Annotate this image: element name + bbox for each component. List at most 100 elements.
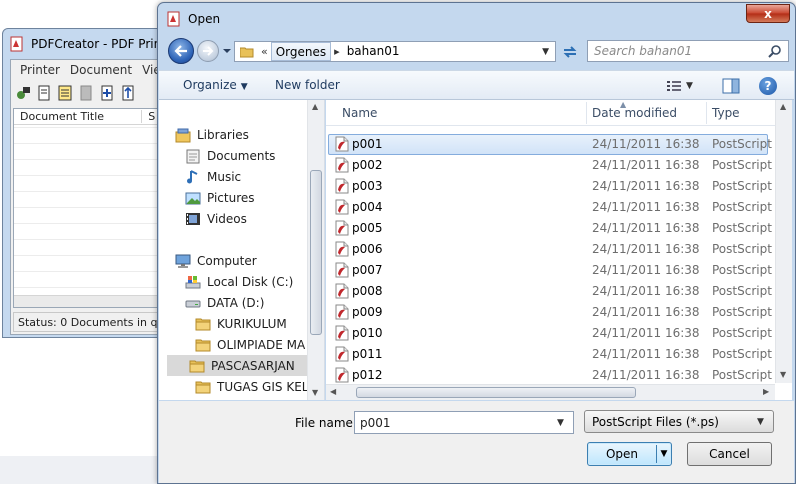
change-view-button[interactable]: ▼ (667, 79, 703, 93)
nav-item-pascasarjan[interactable]: PASCASARJAN (167, 355, 307, 376)
pdfcreator-window[interactable]: PDFCreator - PDF Print Printer Document … (2, 28, 172, 338)
file-type-chevron-icon: ▼ (757, 416, 764, 427)
menu-printer[interactable]: Printer (20, 63, 60, 77)
cancel-button[interactable]: Cancel (687, 442, 772, 466)
pdfcreator-toolbar (11, 81, 171, 105)
close-button[interactable]: x (746, 4, 790, 23)
file-name-dropdown-icon[interactable]: ▼ (557, 418, 573, 428)
help-button[interactable]: ? (759, 77, 777, 95)
file-row[interactable]: p009 24/11/2011 16:38 PostScript (326, 302, 792, 323)
file-scroll-left-icon[interactable]: ◀ (330, 387, 336, 396)
menu-document[interactable]: Document (70, 63, 132, 77)
blank-page-icon[interactable] (78, 85, 94, 101)
file-list[interactable]: ▲ Name Date modified Type p001 24/11/2011… (326, 100, 792, 400)
file-name-label: File name: (295, 416, 357, 430)
file-scroll-up-icon[interactable]: ▲ (780, 102, 786, 111)
breadcrumb-bahan01[interactable]: bahan01 (343, 42, 404, 61)
nav-scroll-down-icon[interactable]: ▼ (312, 388, 318, 397)
open-dialog[interactable]: Open x « Orgenes ▸ bahan01 ▼ Search baha… (157, 2, 796, 484)
file-type: PostScript (712, 137, 772, 151)
file-row[interactable]: p002 24/11/2011 16:38 PostScript (326, 155, 792, 176)
nav-item-olimpiade-ma[interactable]: OLIMPIADE MA (195, 334, 305, 355)
file-type: PostScript (712, 242, 772, 256)
back-button[interactable] (168, 38, 194, 64)
file-type: PostScript (712, 305, 772, 319)
move-page-icon[interactable] (120, 85, 136, 101)
documents-icon (185, 148, 201, 164)
navigation-pane[interactable]: Libraries Documents Music Pictures Videos Com… (159, 100, 325, 400)
file-list-vscroll[interactable]: ▲ ▼ (775, 100, 792, 383)
nav-item-label: PASCASARJAN (211, 358, 295, 373)
file-type-select[interactable]: PostScript Files (*.ps) ▼ (584, 410, 774, 433)
address-overflow[interactable]: « (258, 45, 271, 58)
nav-item-data-d[interactable]: DATA (D:) (185, 292, 264, 313)
desktop-background (0, 456, 160, 484)
column-name[interactable]: Name (342, 106, 377, 120)
document-page-icon[interactable] (36, 85, 52, 101)
document-lines-icon[interactable] (57, 85, 73, 101)
file-row[interactable]: p008 24/11/2011 16:38 PostScript (326, 281, 792, 302)
pdfcreator-document-list[interactable]: Document Title S (13, 108, 171, 308)
refresh-button[interactable] (558, 41, 582, 62)
nav-item-music[interactable]: Music (185, 166, 241, 187)
column-document-title[interactable]: Document Title (14, 110, 143, 123)
file-scroll-down-icon[interactable]: ▼ (780, 370, 786, 379)
file-list-hscroll-thumb[interactable] (356, 387, 636, 398)
address-dropdown-icon[interactable]: ▼ (542, 47, 549, 57)
preview-pane-icon[interactable] (722, 78, 740, 94)
column-date-modified[interactable]: Date modified (592, 106, 677, 120)
address-bar[interactable]: « Orgenes ▸ bahan01 ▼ (234, 41, 556, 62)
navigation-scroll-thumb[interactable] (310, 170, 322, 335)
nav-item-tugas-gis-kel[interactable]: TUGAS GIS KEL (195, 376, 308, 397)
file-row[interactable]: p004 24/11/2011 16:38 PostScript (326, 197, 792, 218)
file-row[interactable]: p011 24/11/2011 16:38 PostScript (326, 344, 792, 365)
file-row[interactable]: p012 24/11/2011 16:38 PostScript (326, 365, 792, 386)
search-input[interactable]: Search bahan01 (588, 44, 768, 58)
nav-item-computer[interactable]: Computer (175, 250, 257, 271)
new-folder-button[interactable]: New folder (275, 78, 340, 92)
file-date: 24/11/2011 16:38 (592, 284, 700, 298)
recent-locations-chevron-icon[interactable] (222, 46, 232, 56)
nav-item-documents[interactable]: Documents (185, 145, 275, 166)
column-type[interactable]: Type (712, 106, 740, 120)
file-date: 24/11/2011 16:38 (592, 326, 700, 340)
file-name: p011 (352, 347, 383, 361)
nav-item-label: Computer (197, 253, 257, 268)
nav-item-videos[interactable]: Videos (185, 208, 247, 229)
column-separator[interactable] (706, 102, 707, 124)
search-box[interactable]: Search bahan01 (587, 40, 789, 62)
file-row[interactable]: p006 24/11/2011 16:38 PostScript (326, 239, 792, 260)
organize-button[interactable]: Organize ▼ (183, 78, 248, 92)
open-options-chevron-icon[interactable]: ▼ (657, 449, 671, 459)
document-list-hscroll[interactable] (14, 295, 170, 307)
file-name: p009 (352, 305, 383, 319)
help-icon: ? (764, 79, 772, 93)
column-separator[interactable] (586, 102, 587, 124)
file-row[interactable]: p005 24/11/2011 16:38 PostScript (326, 218, 792, 239)
breadcrumb-orgenes[interactable]: Orgenes (270, 42, 332, 61)
add-page-icon[interactable] (99, 85, 115, 101)
nav-item-pictures[interactable]: Pictures (185, 187, 255, 208)
file-row[interactable]: p001 24/11/2011 16:38 PostScript (326, 134, 792, 155)
forward-button[interactable] (197, 40, 219, 62)
nav-item-label: DATA (D:) (207, 295, 265, 310)
search-icon[interactable] (768, 44, 782, 58)
file-name-field[interactable]: p001 ▼ (354, 411, 574, 434)
file-name-value[interactable]: p001 (355, 416, 557, 430)
open-button[interactable]: Open ▼ (587, 442, 672, 466)
nav-item-libraries[interactable]: Libraries (175, 124, 249, 145)
file-list-hscroll[interactable]: ◀ ▶ (326, 384, 775, 400)
nav-item-kurikulum[interactable]: KURIKULUM (195, 313, 287, 334)
file-name: p002 (352, 158, 383, 172)
pdfcreator-statusbar: Status: 0 Documents in queue (13, 312, 171, 332)
file-scroll-right-icon[interactable]: ▶ (763, 387, 769, 396)
breadcrumb-separator-icon[interactable]: ▸ (331, 45, 343, 58)
nav-scroll-up-icon[interactable]: ▲ (312, 102, 318, 111)
printer-gear-icon[interactable] (15, 85, 31, 101)
navigation-scrollbar[interactable]: ▲ ▼ (307, 100, 324, 400)
postscript-file-icon (335, 346, 349, 362)
file-row[interactable]: p010 24/11/2011 16:38 PostScript (326, 323, 792, 344)
nav-item-local-disk-c[interactable]: Local Disk (C:) (185, 271, 293, 292)
file-row[interactable]: p003 24/11/2011 16:38 PostScript (326, 176, 792, 197)
file-row[interactable]: p007 24/11/2011 16:38 PostScript (326, 260, 792, 281)
